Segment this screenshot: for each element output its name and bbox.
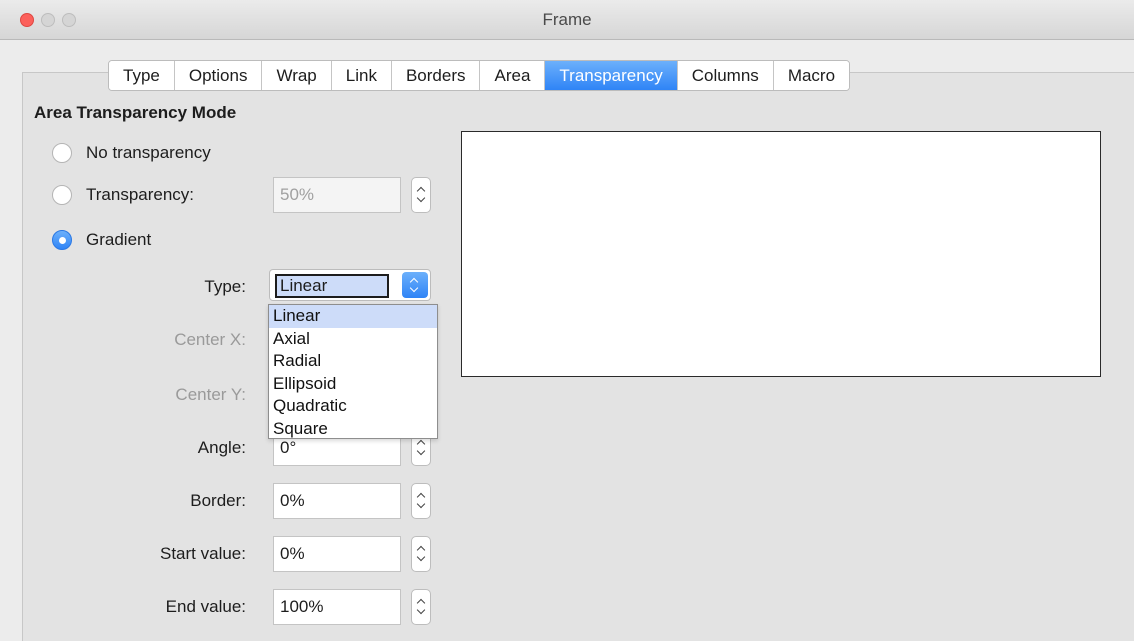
tab-macro[interactable]: Macro [773, 61, 850, 90]
end-value-stepper-icon[interactable] [411, 589, 431, 625]
gradient-type-dropdown: Linear Axial Radial Ellipsoid Quadratic … [268, 304, 438, 439]
gradient-option[interactable]: Gradient [52, 230, 151, 250]
transparency-option[interactable]: Transparency: [52, 185, 194, 205]
dropdown-option[interactable]: Linear [269, 305, 437, 328]
tab-area[interactable]: Area [480, 61, 546, 90]
tab-transparency[interactable]: Transparency [545, 61, 678, 90]
start-value-input[interactable]: 0% [273, 536, 401, 572]
transparency-radio[interactable] [52, 185, 72, 205]
border-label: Border: [190, 491, 246, 510]
center-y-label: Center Y: [175, 385, 246, 404]
gradient-type-value: Linear [275, 274, 389, 298]
gradient-radio[interactable] [52, 230, 72, 250]
tab-options[interactable]: Options [174, 61, 263, 90]
dropdown-option[interactable]: Radial [269, 350, 437, 373]
end-value-input[interactable]: 100% [273, 589, 401, 625]
dropdown-option[interactable]: Square [269, 418, 437, 441]
transparency-preview [461, 131, 1101, 377]
tab-wrap[interactable]: Wrap [262, 61, 332, 90]
no-transparency-label: No transparency [86, 143, 211, 162]
tab-borders[interactable]: Borders [391, 61, 481, 90]
type-label: Type: [204, 277, 246, 296]
border-input[interactable]: 0% [273, 483, 401, 519]
angle-label: Angle: [197, 438, 246, 457]
no-transparency-option[interactable]: No transparency [52, 143, 211, 163]
tab-link[interactable]: Link [331, 61, 392, 90]
gradient-type-select[interactable]: Linear [269, 269, 431, 301]
tab-columns[interactable]: Columns [677, 61, 774, 90]
transparency-label: Transparency: [86, 185, 195, 204]
section-title: Area Transparency Mode [34, 103, 237, 122]
gradient-label: Gradient [86, 230, 152, 249]
dropdown-option[interactable]: Quadratic [269, 395, 437, 418]
start-value-stepper-icon[interactable] [411, 536, 431, 572]
center-x-label: Center X: [174, 330, 246, 349]
start-value-label: Start value: [160, 544, 246, 563]
tab-bar: Type Options Wrap Link Borders Area Tran… [108, 60, 851, 91]
end-value-label: End value: [165, 597, 246, 616]
chevron-up-down-icon[interactable] [402, 272, 428, 298]
tab-type[interactable]: Type [109, 61, 175, 90]
no-transparency-radio[interactable] [52, 143, 72, 163]
transparency-stepper-icon[interactable] [411, 177, 431, 213]
title-bar: Frame [0, 0, 1134, 40]
dropdown-option[interactable]: Axial [269, 328, 437, 351]
dropdown-option[interactable]: Ellipsoid [269, 373, 437, 396]
border-stepper-icon[interactable] [411, 483, 431, 519]
transparency-input[interactable]: 50% [273, 177, 401, 213]
window-title: Frame [542, 10, 592, 29]
